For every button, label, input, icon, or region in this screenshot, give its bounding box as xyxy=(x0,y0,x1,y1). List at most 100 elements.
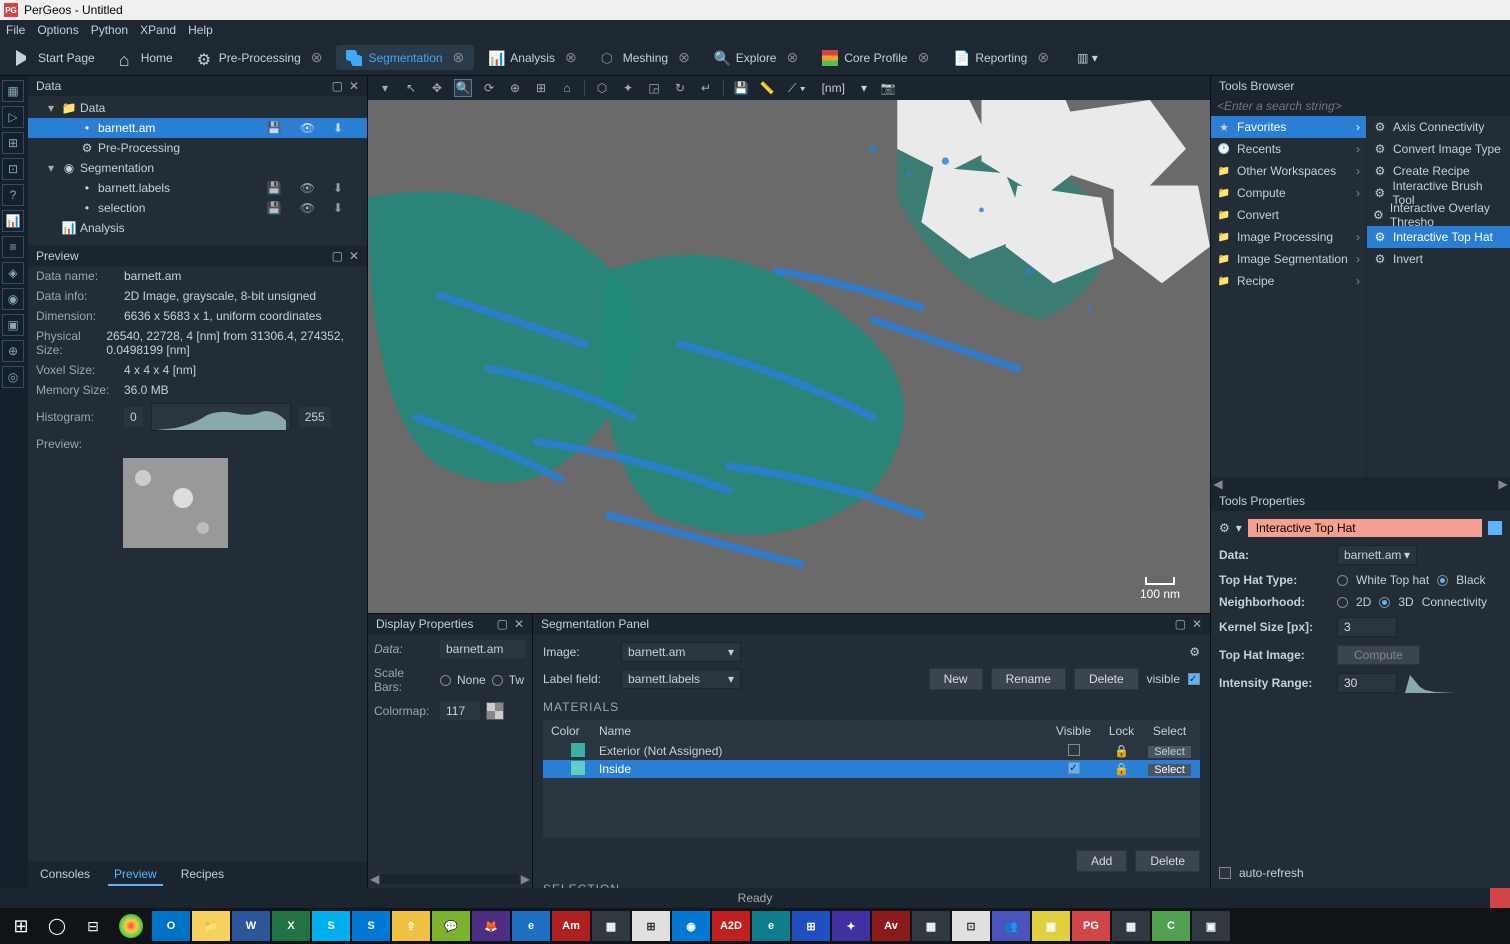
axes-icon[interactable]: ✦ xyxy=(619,79,637,97)
compute-button[interactable]: Compute xyxy=(1337,645,1420,665)
tab-preprocessing[interactable]: Pre-Processing⊗ xyxy=(187,45,333,70)
tab-meshing[interactable]: Meshing⊗ xyxy=(591,45,700,70)
zoom-icon[interactable]: 🔍 xyxy=(454,79,472,97)
taskbar-app[interactable]: PG xyxy=(1072,911,1110,941)
close-icon[interactable]: ✕ xyxy=(514,617,524,631)
leftbar-btn-1[interactable]: ▦ xyxy=(2,80,24,102)
scalebar-none-radio[interactable] xyxy=(440,675,451,686)
browser-category[interactable]: Other Workspaces› xyxy=(1211,160,1366,182)
taskbar-app[interactable]: ✦ xyxy=(832,911,870,941)
menu-help[interactable]: Help xyxy=(188,23,213,37)
close-icon[interactable]: ⊗ xyxy=(786,49,798,66)
tools-search-input[interactable]: <Enter a search string> xyxy=(1211,96,1510,116)
taskbar-app[interactable]: A2D xyxy=(712,911,750,941)
dock-icon[interactable]: ▢ xyxy=(332,79,343,93)
tab-segmentation[interactable]: Segmentation⊗ xyxy=(336,45,474,70)
viewport[interactable]: 100 nm xyxy=(368,100,1210,613)
leftbar-btn-9[interactable]: ◉ xyxy=(2,288,24,310)
taskbar-app[interactable]: ⊡ xyxy=(952,911,990,941)
labelfield-visible-checkbox[interactable] xyxy=(1188,673,1200,685)
leftbar-btn-8[interactable]: ◈ xyxy=(2,262,24,284)
tree-item[interactable]: ⚙ Pre-Processing xyxy=(28,138,367,158)
save-icon[interactable]: 💾 xyxy=(732,79,750,97)
material-select-button[interactable]: Select xyxy=(1148,764,1191,776)
delete-material-button[interactable]: Delete xyxy=(1135,850,1200,872)
intensity-input[interactable] xyxy=(1337,673,1397,693)
browser-category[interactable]: Image Processing› xyxy=(1211,226,1366,248)
unit-chevron[interactable]: ▾ xyxy=(857,81,871,95)
close-icon[interactable]: ⊗ xyxy=(453,49,465,66)
taskbar-app[interactable]: O xyxy=(152,911,190,941)
tree-item[interactable]: • barnett.am 💾👁⬇ xyxy=(28,118,367,138)
browser-hscroll[interactable]: ◀▶ xyxy=(1211,477,1510,491)
browser-category[interactable]: Convert xyxy=(1211,204,1366,226)
new-button[interactable]: New xyxy=(929,668,983,690)
dock-icon[interactable]: ▢ xyxy=(1175,617,1186,631)
leftbar-btn-3[interactable]: ⊞ xyxy=(2,132,24,154)
black-tophat-radio[interactable] xyxy=(1437,575,1448,586)
tp-data-combo[interactable]: barnett.am▾ xyxy=(1337,545,1417,565)
material-visible-checkbox[interactable] xyxy=(1068,762,1080,774)
taskbar-app[interactable]: 💬 xyxy=(432,911,470,941)
browser-tool[interactable]: Interactive Top Hat xyxy=(1367,226,1510,248)
tree-item[interactable]: • barnett.labels 💾👁⬇ xyxy=(28,178,367,198)
lock-icon[interactable]: 🔒 xyxy=(1104,762,1139,776)
tree-item[interactable]: ▾ 📁 Data xyxy=(28,98,367,118)
menu-options[interactable]: Options xyxy=(37,23,78,37)
rename-button[interactable]: Rename xyxy=(991,668,1066,690)
gear-icon[interactable]: ⚙ xyxy=(1189,645,1200,659)
leftbar-btn-6[interactable]: 📊 xyxy=(2,210,24,232)
tab-recipes[interactable]: Recipes xyxy=(175,864,230,886)
close-icon[interactable]: ✕ xyxy=(349,79,359,93)
taskbar-app[interactable] xyxy=(119,914,143,938)
tree-item[interactable]: ▾ ◉ Segmentation xyxy=(28,158,367,178)
image-combo[interactable]: barnett.am▾ xyxy=(621,642,741,662)
rotate-icon[interactable]: ↻ xyxy=(671,79,689,97)
corner-icon[interactable]: ◲ xyxy=(645,79,663,97)
taskbar-app[interactable]: ▣ xyxy=(1192,911,1230,941)
tree-item[interactable]: • selection 💾👁⬇ xyxy=(28,198,367,218)
taskbar-app[interactable]: S xyxy=(352,911,390,941)
target-icon[interactable]: ⊕ xyxy=(506,79,524,97)
back-icon[interactable]: ↵ xyxy=(697,79,715,97)
browser-tool[interactable]: Invert xyxy=(1367,248,1510,270)
taskbar-app[interactable]: ⊞ xyxy=(632,911,670,941)
close-icon[interactable]: ⊗ xyxy=(311,49,323,66)
browser-tool[interactable]: Convert Image Type xyxy=(1367,138,1510,160)
tab-analysis[interactable]: Analysis⊗ xyxy=(478,45,586,70)
taskbar-app[interactable]: W xyxy=(232,911,270,941)
colormap-value[interactable]: 117 xyxy=(440,702,480,720)
menu-file[interactable]: File xyxy=(6,23,25,37)
home-icon[interactable]: ⌂ xyxy=(558,79,576,97)
material-row[interactable]: Inside 🔒 Select xyxy=(543,760,1200,778)
tree-item[interactable]: 📊 Analysis xyxy=(28,218,367,238)
menu-python[interactable]: Python xyxy=(91,23,128,37)
taskbar-app[interactable]: X xyxy=(272,911,310,941)
taskbar-app[interactable]: ▣ xyxy=(1032,911,1070,941)
tab-coreprofile[interactable]: Core Profile⊗ xyxy=(812,45,939,70)
material-select-button[interactable]: Select xyxy=(1148,746,1191,758)
leftbar-btn-2[interactable]: ▷ xyxy=(2,106,24,128)
tab-startpage[interactable]: Start Page xyxy=(6,46,105,70)
lock-icon[interactable]: 🔒 xyxy=(1104,744,1139,758)
autorefresh-checkbox[interactable] xyxy=(1219,867,1231,879)
browser-category[interactable]: Compute› xyxy=(1211,182,1366,204)
color-swatch[interactable] xyxy=(1488,521,1502,535)
leftbar-btn-7[interactable]: ≡ xyxy=(2,236,24,258)
cursor-icon[interactable]: ↖ xyxy=(402,79,420,97)
taskbar-app[interactable]: ◉ xyxy=(672,911,710,941)
grid-icon[interactable]: ⊞ xyxy=(532,79,550,97)
taskbar-app[interactable]: e xyxy=(752,911,790,941)
colormap-swatch[interactable] xyxy=(486,702,504,720)
scalebar-two-radio[interactable] xyxy=(492,675,503,686)
chevron-down-icon[interactable]: ▾ xyxy=(1236,521,1242,535)
taskview-button[interactable] xyxy=(76,911,110,941)
material-visible-checkbox[interactable] xyxy=(1068,744,1080,756)
taskbar-app[interactable]: 👥 xyxy=(992,911,1030,941)
taskbar-app[interactable]: ▦ xyxy=(592,911,630,941)
tab-explore[interactable]: Explore⊗ xyxy=(704,45,808,70)
dock-icon[interactable]: ▢ xyxy=(332,249,343,263)
tab-home[interactable]: Home xyxy=(109,46,183,70)
taskbar-app[interactable]: 📁 xyxy=(192,911,230,941)
browser-tool[interactable]: Axis Connectivity xyxy=(1367,116,1510,138)
